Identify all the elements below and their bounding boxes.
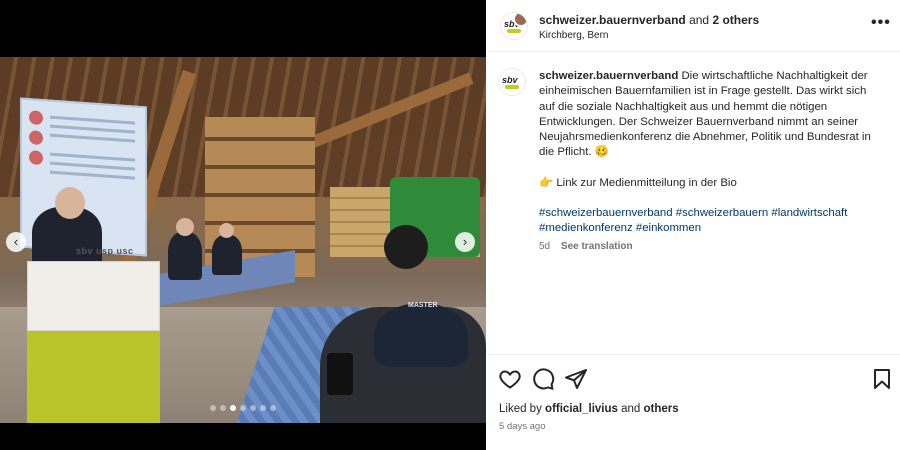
sbv-leaf [505, 85, 519, 89]
speaker-head [55, 187, 85, 219]
carousel-dot [240, 405, 246, 411]
liked-prefix: Liked by [499, 403, 542, 415]
post-timestamp[interactable]: 5 days ago [499, 421, 545, 432]
panelist-head [219, 223, 234, 238]
post-header: sbv schweizer.bauernverband and 2 others… [486, 0, 900, 52]
comment-icon[interactable] [531, 367, 555, 391]
panelist [168, 232, 202, 280]
caption-meta: 5d See translation [539, 241, 633, 252]
caption-avatar[interactable]: sbv [498, 68, 526, 96]
share-icon[interactable] [564, 367, 588, 391]
post-caption: sbv schweizer.bauernverband Die wirtscha… [486, 52, 900, 354]
heart-icon[interactable] [498, 367, 522, 391]
bookmark-icon[interactable] [870, 367, 894, 391]
more-horizontal-icon[interactable]: ••• [871, 14, 891, 32]
podium-logo: sbv usp usc [76, 246, 134, 256]
others-link[interactable]: 2 others [712, 13, 759, 27]
caption-text: schweizer.bauernverband Die wirtschaftli… [539, 69, 885, 237]
podium [27, 261, 160, 331]
coauthor-avatar [513, 13, 527, 27]
panelist [212, 235, 242, 275]
post-actions: Liked by official_livius and others 5 da… [486, 354, 900, 450]
post-authors: schweizer.bauernverband and 2 others [539, 13, 759, 27]
carousel-dot-active [230, 405, 236, 411]
see-translation-button[interactable]: See translation [561, 241, 633, 252]
location-link[interactable]: Kirchberg, Bern [539, 30, 608, 41]
carousel-indicator [0, 405, 486, 411]
likes-summary: Liked by official_livius and others [499, 403, 679, 415]
liked-user-link[interactable]: official_livius [545, 403, 618, 415]
chevron-left-icon[interactable]: ‹ [6, 232, 26, 252]
carousel-dot [210, 405, 216, 411]
post-photo [0, 57, 486, 423]
caption-hashtags[interactable]: #schweizerbauernverband #schweizerbauern… [539, 206, 885, 237]
author-link[interactable]: schweizer.bauernverband [539, 13, 686, 27]
authors-and: and [689, 13, 710, 27]
carousel-dot [260, 405, 266, 411]
beanie-logo: MASTER [408, 302, 438, 309]
phone [327, 353, 353, 395]
caption-author-link[interactable]: schweizer.bauernverband [539, 70, 678, 82]
caption-link-note: 👉 Link zur Medienmitteilung in der Bio [539, 176, 737, 189]
panelist-head [176, 218, 194, 236]
carousel-dot [250, 405, 256, 411]
caption-age: 5d [539, 241, 551, 252]
carousel-dot [220, 405, 226, 411]
post-side-panel: sbv schweizer.bauernverband and 2 others… [486, 0, 900, 450]
liked-others-link[interactable]: others [644, 403, 679, 415]
author-avatar[interactable]: sbv [500, 12, 528, 40]
chevron-right-icon[interactable]: › [455, 232, 475, 252]
sbv-logo: sbv [502, 75, 518, 85]
post-media[interactable]: sbv usp usc MASTER ‹ › [0, 0, 486, 450]
carousel-dot [270, 405, 276, 411]
beanie [374, 303, 468, 367]
sbv-leaf [507, 29, 521, 33]
caption-body: Die wirtschaftliche Nachhaltigkeit der e… [539, 70, 871, 159]
liked-and: and [621, 403, 641, 415]
